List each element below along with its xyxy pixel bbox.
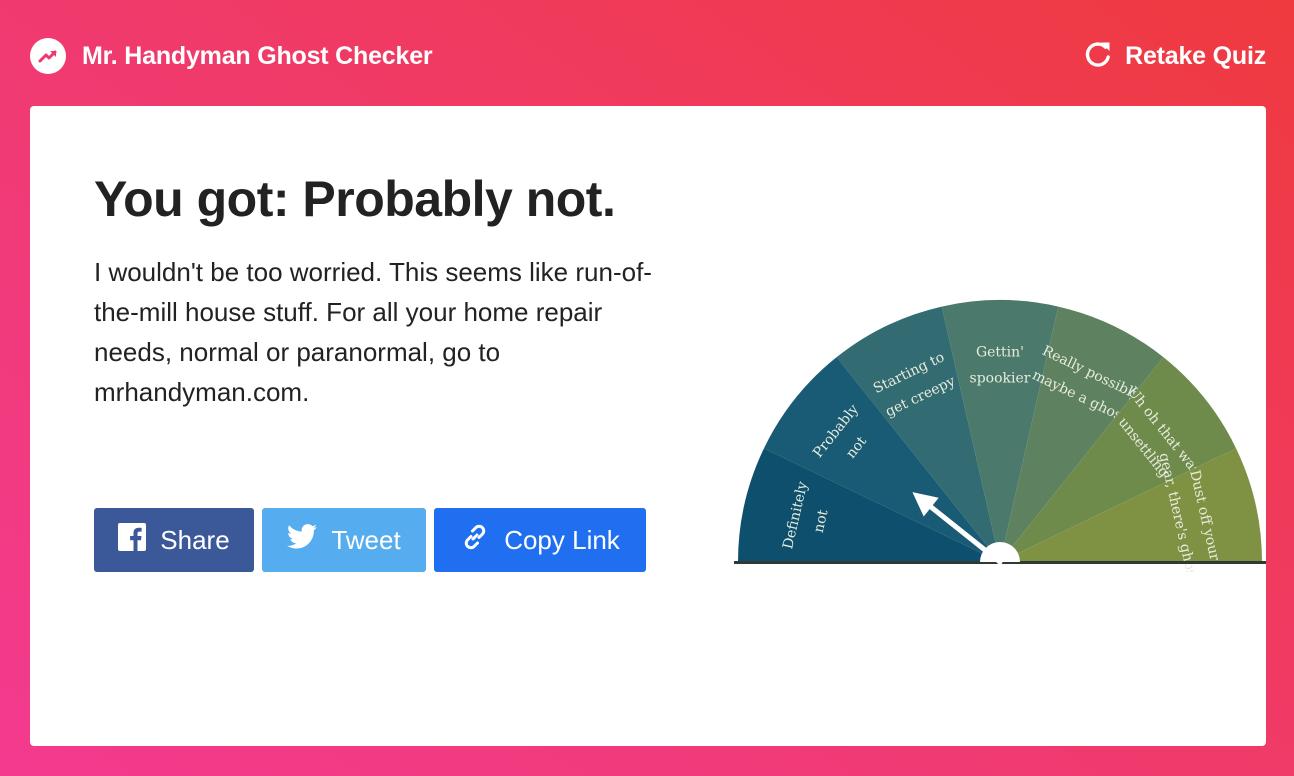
twitter-share-label: Tweet [331,524,401,555]
link-icon [460,522,490,559]
trending-up-icon [30,38,66,74]
result-card: You got: Probably not. I wouldn't be too… [30,106,1266,746]
copy-link-label: Copy Link [504,524,620,555]
result-description: I wouldn't be too worried. This seems li… [94,257,652,407]
refresh-icon [1083,39,1113,74]
facebook-share-button[interactable]: Share [94,508,254,572]
meter-segment-label-line2: spookier [970,371,1031,387]
top-bar: Mr. Handyman Ghost Checker Retake Quiz [0,0,1294,106]
facebook-share-label: Share [160,524,230,555]
twitter-share-button[interactable]: Tweet [262,508,426,572]
copy-link-button[interactable]: Copy Link [434,508,646,572]
brand-title: Mr. Handyman Ghost Checker [82,41,433,70]
ghost-meter-gauge: Definitely notProbablynotStarting toget c… [734,300,1266,572]
retake-quiz-label: Retake Quiz [1125,41,1266,70]
share-buttons: Share Tweet Copy Link [94,508,646,572]
brand-link[interactable]: Mr. Handyman Ghost Checker [30,37,433,75]
retake-quiz-button[interactable]: Retake Quiz [1083,37,1266,75]
twitter-bird-icon [287,524,318,556]
result-title: You got: Probably not. [94,171,616,227]
facebook-icon [118,522,147,558]
meter-segment-label: Gettin' [976,344,1024,360]
